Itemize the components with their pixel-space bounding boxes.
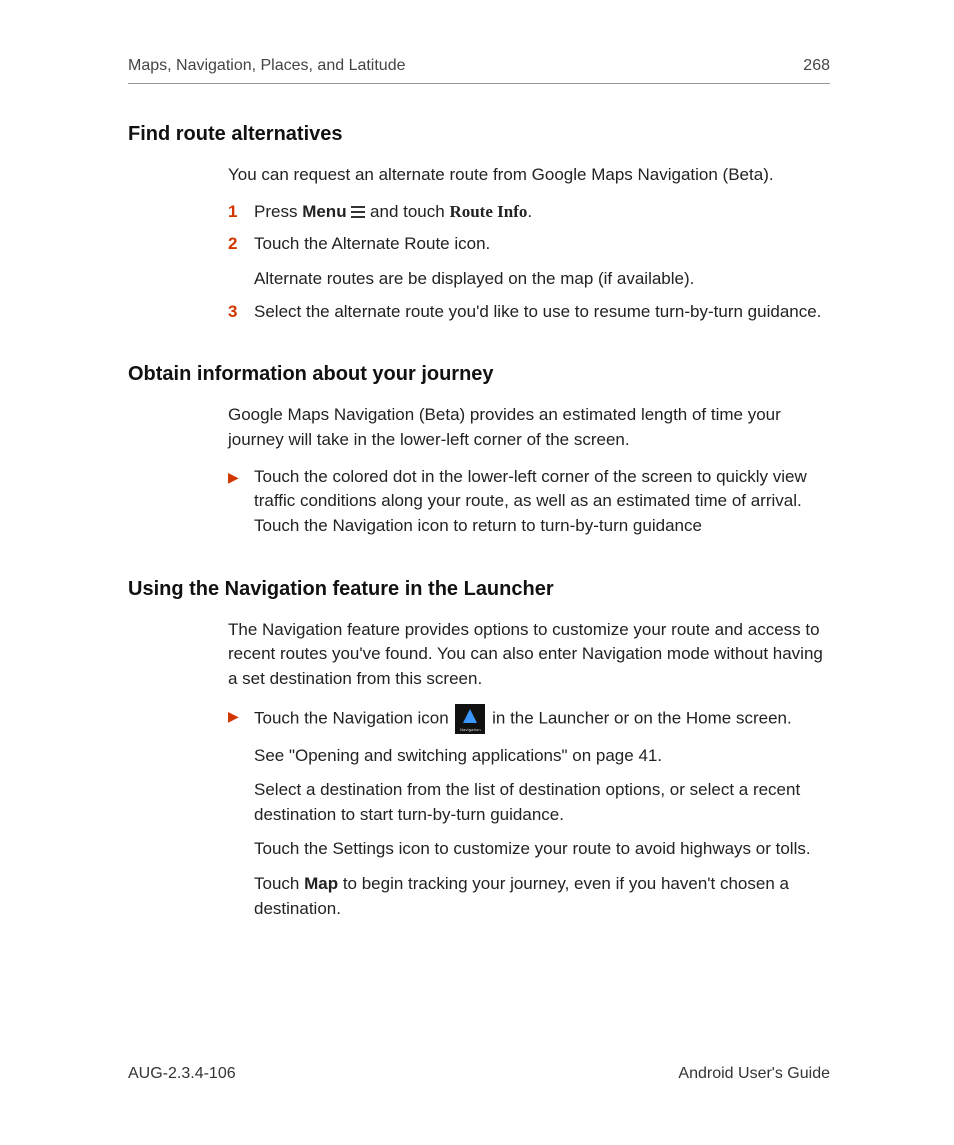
map-label: Map xyxy=(304,874,338,893)
step-number: 2 xyxy=(228,232,254,291)
header-title: Maps, Navigation, Places, and Latitude xyxy=(128,54,406,77)
menu-label: Menu xyxy=(302,202,346,221)
bullet-subtext: See "Opening and switching applications"… xyxy=(254,744,830,769)
step-2-subtext: Alternate routes are be displayed on the… xyxy=(254,267,830,292)
step-number: 3 xyxy=(228,300,254,325)
step-number: 1 xyxy=(228,200,254,225)
footer-doc-title: Android User's Guide xyxy=(678,1062,830,1085)
menu-icon xyxy=(351,206,365,218)
section2-bullet: Touch the colored dot in the lower-left … xyxy=(228,465,830,539)
section1-steps: 1 Press Menu and touch Route Info. 2 Tou… xyxy=(228,200,830,325)
step-content: Press Menu and touch Route Info. xyxy=(254,200,830,225)
header-page-number: 268 xyxy=(803,54,830,77)
navigation-app-icon xyxy=(455,704,485,734)
section2-intro: Google Maps Navigation (Beta) provides a… xyxy=(228,403,830,452)
footer-doc-id: AUG-2.3.4-106 xyxy=(128,1062,236,1085)
bullet-content: Touch the Navigation icon in the Launche… xyxy=(254,704,830,922)
step-content: Select the alternate route you'd like to… xyxy=(254,300,830,325)
section3-p2: Select a destination from the list of de… xyxy=(254,778,830,827)
route-info-label: Route Info xyxy=(449,202,527,221)
bullet-text: Touch the colored dot in the lower-left … xyxy=(254,465,830,539)
section-heading-launcher: Using the Navigation feature in the Laun… xyxy=(128,575,830,604)
section3-p3: Touch the Settings icon to customize you… xyxy=(254,837,830,862)
section3-bullet: Touch the Navigation icon in the Launche… xyxy=(228,704,830,922)
page-footer: AUG-2.3.4-106 Android User's Guide xyxy=(128,1062,830,1085)
section3-p4: Touch Map to begin tracking your journey… xyxy=(254,872,830,921)
section1-intro: You can request an alternate route from … xyxy=(228,163,830,188)
section1-body: You can request an alternate route from … xyxy=(228,163,830,324)
document-page: Maps, Navigation, Places, and Latitude 2… xyxy=(0,0,954,1145)
step-content: Touch the Alternate Route icon. Alternat… xyxy=(254,232,830,291)
section-heading-obtain-info: Obtain information about your journey xyxy=(128,360,830,389)
section3-intro: The Navigation feature provides options … xyxy=(228,618,830,692)
triangle-bullet-icon xyxy=(228,465,254,539)
step-2: 2 Touch the Alternate Route icon. Altern… xyxy=(228,232,830,291)
section-heading-find-route: Find route alternatives xyxy=(128,120,830,149)
section3-body: The Navigation feature provides options … xyxy=(228,618,830,922)
step-3: 3 Select the alternate route you'd like … xyxy=(228,300,830,325)
step-1: 1 Press Menu and touch Route Info. xyxy=(228,200,830,225)
triangle-bullet-icon xyxy=(228,704,254,922)
page-header: Maps, Navigation, Places, and Latitude 2… xyxy=(128,54,830,84)
section2-body: Google Maps Navigation (Beta) provides a… xyxy=(228,403,830,538)
